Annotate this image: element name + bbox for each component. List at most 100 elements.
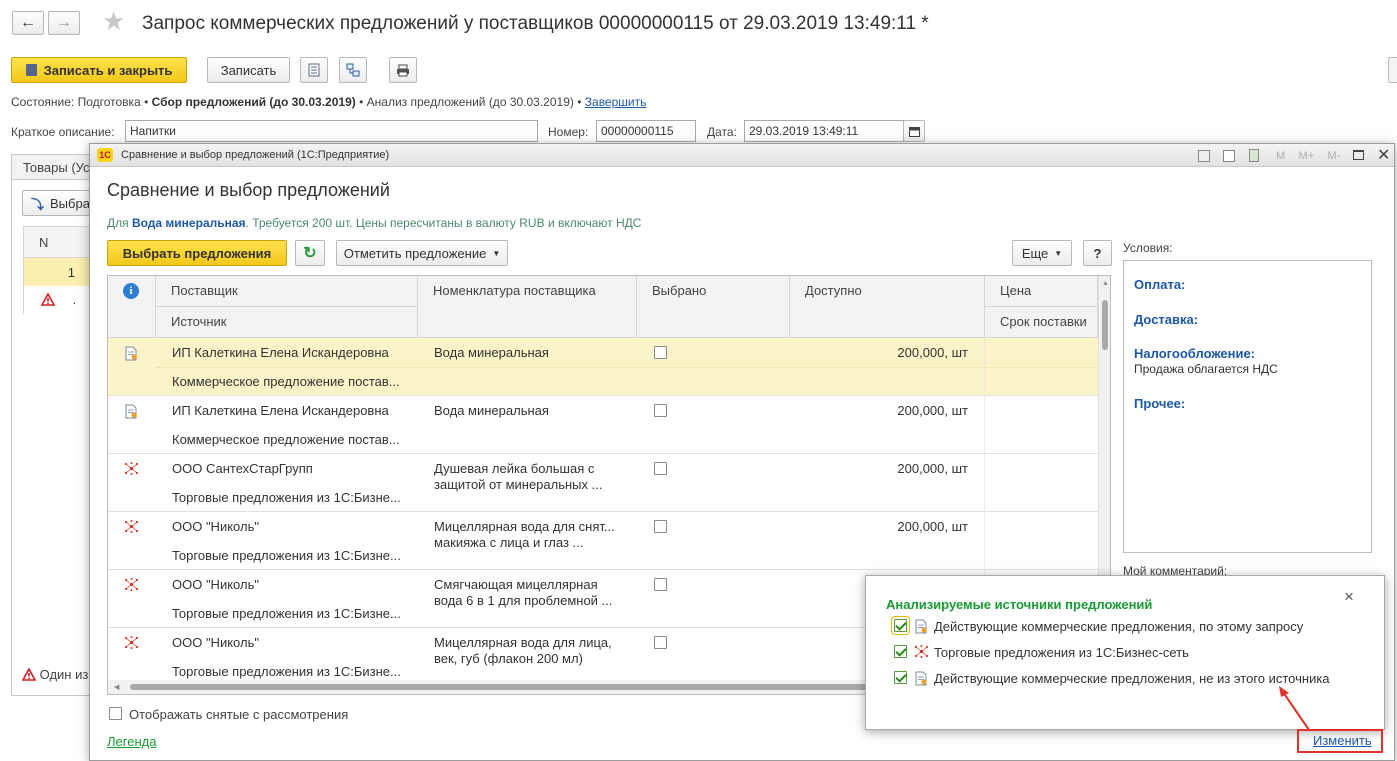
delivery-label: Доставка: — [1134, 312, 1199, 327]
status-label: Состояние: — [11, 95, 75, 109]
other-label: Прочее: — [1134, 396, 1186, 411]
nomenclature-cell: Душевая лейка большая с — [434, 461, 595, 476]
source-option-checkbox[interactable] — [894, 671, 907, 684]
available-cell: 200,000, шт — [897, 519, 968, 534]
description-input[interactable]: Напитки — [125, 120, 538, 142]
table-row[interactable]: ИП Калеткина Елена Искандеровна Коммерчес… — [108, 396, 1098, 454]
business-network-icon — [914, 645, 929, 658]
table-row[interactable]: ООО "Николь" Торговые предложения из 1С:Б… — [108, 512, 1098, 570]
print-small-icon[interactable] — [1198, 149, 1210, 162]
supplier-cell: ООО "Николь" — [172, 577, 259, 592]
more-button[interactable]: Еще ▼ — [1012, 240, 1072, 266]
horizontal-scroll-thumb[interactable] — [130, 684, 950, 690]
source-option-icon — [914, 671, 928, 689]
table-row[interactable]: ИП Калеткина Елена Искандеровна Коммерчес… — [108, 338, 1098, 396]
background-row-1[interactable]: 1 — [23, 258, 93, 286]
calculator-icon[interactable] — [1248, 149, 1259, 163]
right-edge-button[interactable] — [1388, 57, 1397, 83]
calendar-icon[interactable] — [903, 120, 925, 142]
source-option[interactable]: Действующие коммерческие предложения, по… — [886, 614, 1376, 638]
info-item-link[interactable]: Вода минеральная — [132, 216, 246, 230]
row-type-icon — [124, 578, 139, 595]
close-icon[interactable]: ✕ — [1377, 145, 1390, 165]
nomenclature-cell: Мицеллярная вода для снят... — [434, 519, 615, 534]
mark-offer-button[interactable]: Отметить предложение ▼ — [336, 240, 508, 266]
business-network-icon — [124, 462, 139, 475]
supplier-column-header[interactable]: Поставщик — [156, 276, 418, 307]
available-column-header[interactable]: Доступно — [790, 276, 985, 338]
table-row[interactable]: ООО СантехСтарГрупп Торговые предложения … — [108, 454, 1098, 512]
selected-checkbox[interactable] — [654, 346, 667, 359]
vertical-scroll-thumb[interactable] — [1102, 300, 1108, 350]
save-button[interactable]: Записать — [207, 57, 290, 83]
selected-checkbox[interactable] — [654, 520, 667, 533]
available-cell: 200,000, шт — [897, 461, 968, 476]
warning-icon — [21, 667, 37, 681]
source-option-checkbox[interactable] — [894, 645, 907, 658]
source-cell: Торговые предложения из 1С:Бизне... — [172, 606, 401, 621]
memory-plus-button[interactable]: M+ — [1299, 150, 1315, 162]
info-column-header: i — [108, 276, 156, 338]
legend-link[interactable]: Легенда — [107, 734, 156, 749]
nomenclature-cell: Смягчающая мицеллярная — [434, 577, 598, 592]
date-label: Дата: — [707, 125, 737, 139]
background-warning: Один из — [21, 667, 88, 682]
selected-checkbox[interactable] — [654, 578, 667, 591]
source-column-header[interactable]: Источник — [156, 307, 418, 338]
back-button[interactable]: ← — [12, 11, 44, 35]
maximize-icon[interactable] — [1353, 150, 1364, 160]
favorite-star-icon[interactable]: ★ — [102, 6, 125, 37]
popup-close-icon[interactable]: × — [1344, 587, 1354, 607]
selected-column-header[interactable]: Выбрано — [637, 276, 790, 338]
source-cell: Коммерческое предложение постав... — [172, 374, 400, 389]
supplier-cell: ООО "Николь" — [172, 519, 259, 534]
status-step-collect: Сбор предложений (до 30.03.2019) — [151, 95, 356, 109]
row-type-icon — [124, 404, 138, 423]
available-cell: 200,000, шт — [897, 345, 968, 360]
selected-checkbox[interactable] — [654, 636, 667, 649]
print-icon[interactable] — [389, 57, 417, 83]
goods-tab[interactable]: Товары (Ус — [11, 154, 101, 180]
forward-button[interactable]: → — [48, 11, 80, 35]
background-row-2[interactable]: . — [23, 286, 93, 314]
number-input[interactable]: 00000000115 — [596, 120, 696, 142]
memory-minus-button[interactable]: M- — [1327, 150, 1340, 162]
show-removed-checkbox[interactable] — [109, 707, 122, 720]
highlight-arrow — [1279, 686, 1310, 731]
document-offer-icon — [915, 619, 927, 634]
dialog-heading: Сравнение и выбор предложений — [107, 180, 390, 200]
structure-icon[interactable] — [339, 57, 367, 83]
row-type-icon — [124, 520, 139, 537]
scroll-up-arrow[interactable]: ▲ — [1102, 280, 1109, 287]
source-option-icon — [914, 645, 929, 661]
document-offer-icon — [915, 671, 927, 686]
taxation-label: Налогообложение: — [1134, 346, 1256, 361]
source-cell: Торговые предложения из 1С:Бизне... — [172, 664, 401, 679]
delivery-term-column-header[interactable]: Срок поставки — [985, 307, 1098, 338]
document-list-icon[interactable] — [300, 57, 328, 83]
row-type-icon — [124, 462, 139, 479]
nomenclature-column-header[interactable]: Номенклатура поставщика — [418, 276, 637, 338]
date-input[interactable]: 29.03.2019 13:49:11 — [744, 120, 904, 142]
memory-button[interactable]: M — [1276, 150, 1285, 162]
supplier-cell: ИП Калеткина Елена Искандеровна — [172, 403, 389, 418]
background-select-button[interactable]: ⤵ Выбра — [22, 190, 97, 216]
conditions-box: Оплата: Доставка: Налогообложение: Прода… — [1123, 260, 1372, 553]
scroll-left-arrow[interactable]: ◀ — [114, 683, 119, 691]
payment-label: Оплата: — [1134, 277, 1186, 292]
select-offers-button[interactable]: Выбрать предложения — [107, 240, 287, 266]
taxation-value: Продажа облагается НДС — [1134, 362, 1278, 376]
selected-checkbox[interactable] — [654, 462, 667, 475]
help-button[interactable]: ? — [1083, 240, 1112, 266]
price-column-header[interactable]: Цена — [985, 276, 1098, 307]
source-option[interactable]: Торговые предложения из 1С:Бизнес-сеть — [886, 640, 1376, 664]
nomenclature-cell: Мицеллярная вода для лица, — [434, 635, 612, 650]
selected-checkbox[interactable] — [654, 404, 667, 417]
source-option-checkbox[interactable] — [891, 616, 910, 635]
popup-title: Анализируемые источники предложений — [886, 597, 1153, 612]
calendar-small-icon[interactable] — [1223, 149, 1236, 162]
refresh-icon[interactable]: ↻ — [295, 240, 325, 266]
show-removed-label: Отображать снятые с рассмотрения — [129, 707, 349, 722]
save-and-close-button[interactable]: Записать и закрыть — [11, 57, 187, 83]
finish-link[interactable]: Завершить — [585, 95, 647, 109]
